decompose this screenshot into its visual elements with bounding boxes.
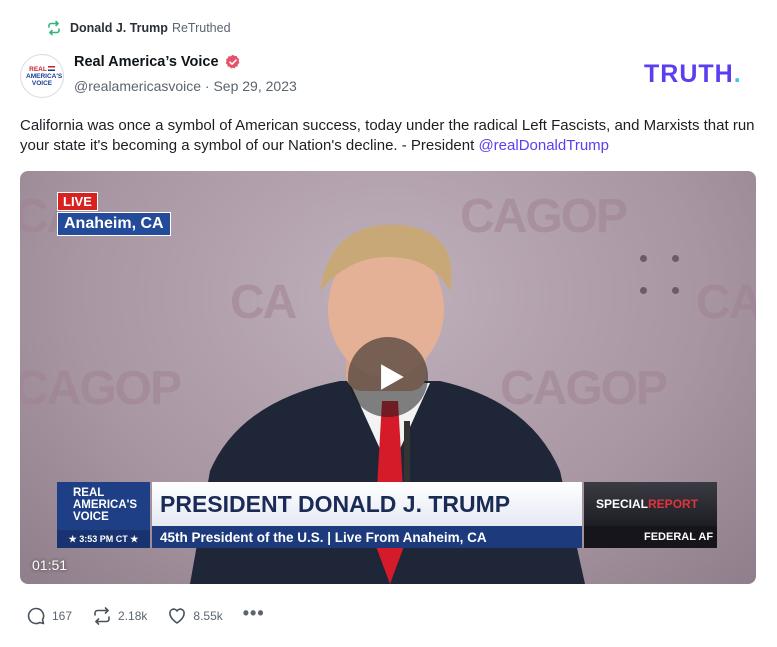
like-button[interactable]: 8.55k xyxy=(167,606,223,626)
federal-label: FEDERAL AF xyxy=(584,526,717,548)
avatar-text-2: AMERICA'S xyxy=(26,72,63,80)
background-logo: CAGOP xyxy=(20,362,182,415)
chyron-logo-line2: AMERICA'S xyxy=(73,499,138,511)
truth-logo-dot: . xyxy=(733,60,742,88)
verified-badge-icon xyxy=(225,54,240,69)
avatar-text-3: VOICE xyxy=(31,79,53,87)
video-player[interactable]: CA CAGOP CA CAGOP CAGOP CA LIVE Anaheim,… xyxy=(20,171,756,584)
heart-icon xyxy=(169,608,186,624)
play-icon xyxy=(381,364,404,390)
retruth-count: 2.18k xyxy=(118,609,148,623)
special-report-banner: SPECIAL REPORT xyxy=(584,482,717,526)
more-options-button[interactable]: ••• xyxy=(243,603,265,624)
post-body: California was once a symbol of American… xyxy=(20,117,755,154)
avatar-text-1: REAL xyxy=(29,65,47,73)
reply-count: 167 xyxy=(52,609,73,623)
reply-button[interactable]: 167 xyxy=(26,606,72,626)
play-button[interactable] xyxy=(348,337,428,417)
retruth-user-name[interactable]: Donald J. Trump xyxy=(70,21,168,35)
retruth-icon xyxy=(94,607,110,625)
chyron-logo-line3: VOICE xyxy=(73,511,109,523)
retruth-header: Donald J. Trump ReTruthed xyxy=(46,18,231,38)
post-text: California was once a symbol of American… xyxy=(20,116,760,156)
chyron-time: ★ 3:53 PM CT ★ xyxy=(57,530,150,548)
news-chyron: REAL AMERICA'S VOICE ★ 3:53 PM CT ★ PRES… xyxy=(57,482,717,548)
special-label: SPECIAL xyxy=(596,497,649,511)
chyron-logo-line1: REAL xyxy=(73,487,105,499)
like-count: 8.55k xyxy=(193,609,223,623)
video-duration: 01:51 xyxy=(32,557,68,573)
truth-logo[interactable]: TRUTH. xyxy=(644,60,742,88)
author-handle-date[interactable]: @realamericasvoice · Sep 29, 2023 xyxy=(74,78,297,94)
live-badge: LIVE xyxy=(57,192,98,211)
report-label: REPORT xyxy=(648,497,699,511)
mention-link[interactable]: @realDonaldTrump xyxy=(478,137,609,154)
location-badge: Anaheim, CA xyxy=(57,212,171,236)
chyron-logo: REAL AMERICA'S VOICE ★ 3:53 PM CT ★ xyxy=(57,482,150,548)
post-actions: 167 2.18k 8.55k ••• xyxy=(26,603,265,626)
retruth-label: ReTruthed xyxy=(171,21,231,35)
retruth-icon xyxy=(48,20,60,36)
avatar[interactable]: REAL AMERICA'S VOICE xyxy=(20,54,64,98)
author-name[interactable]: Real America’s Voice xyxy=(74,54,241,70)
reply-icon xyxy=(27,607,45,625)
chyron-subtitle: 45th President of the U.S. | Live From A… xyxy=(152,526,582,548)
chyron-title: PRESIDENT DONALD J. TRUMP xyxy=(152,482,582,526)
author-display-name[interactable]: Real America’s Voice xyxy=(74,54,219,70)
retruth-button[interactable]: 2.18k xyxy=(92,606,147,626)
background-logo: CA xyxy=(696,276,756,329)
truth-logo-text: TRUTH xyxy=(644,60,734,88)
